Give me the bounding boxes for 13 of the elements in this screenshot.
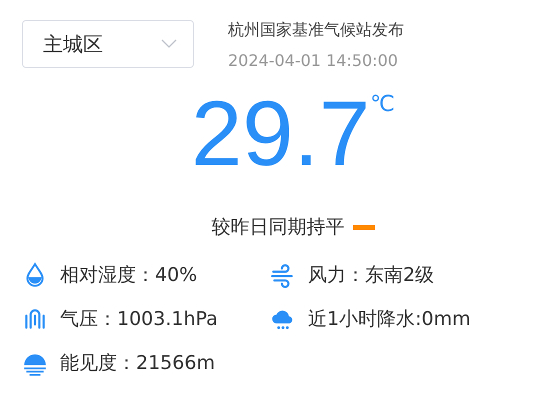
comparison-text: 较昨日同期持平 [212, 215, 344, 240]
source-label: 杭州国家基准气候站发布 [228, 20, 404, 41]
temperature-value: 29.7 [191, 88, 370, 180]
dash-icon [352, 224, 374, 230]
stat-text: 相对湿度：40% [60, 263, 198, 288]
stat-text: 风力：东南2级 [308, 263, 434, 288]
timestamp: 2024-04-01 14:50:00 [228, 51, 399, 70]
district-select[interactable]: 主城区 [22, 20, 194, 68]
stat-text: 能见度：21566m [60, 351, 215, 376]
chevron-down-icon [161, 39, 177, 49]
stat-text: 气压：1003.1hPa [60, 307, 218, 332]
temperature-unit: ℃ [370, 92, 395, 117]
stat-text: 近1小时降水:0mm [308, 307, 471, 332]
